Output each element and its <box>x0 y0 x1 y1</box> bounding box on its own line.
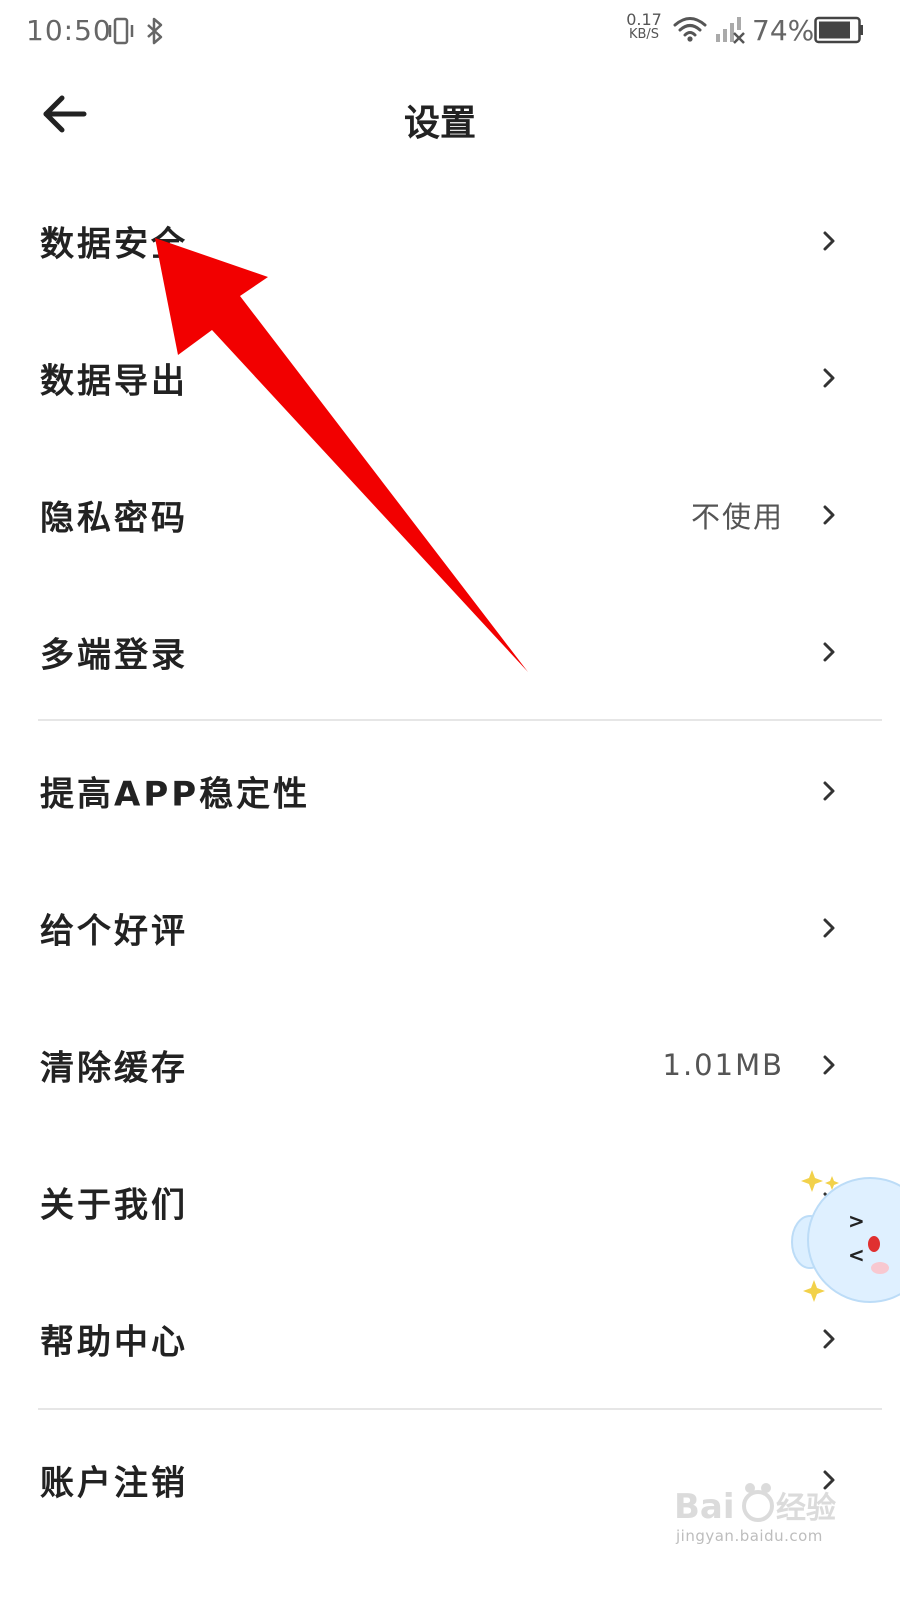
page-title: 设置 <box>403 103 476 144</box>
vibrate-icon <box>108 17 134 45</box>
settings-item-label: 给个好评 <box>40 911 188 951</box>
settings-item-label: 数据安全 <box>40 224 188 264</box>
sparkle-icon <box>803 1280 825 1302</box>
settings-item-multi-device-login[interactable]: 多端登录 <box>0 583 880 720</box>
settings-item-label: 关于我们 <box>40 1185 188 1225</box>
settings-item-data-security[interactable]: 数据安全 <box>0 172 880 309</box>
sparkle-icon <box>801 1170 823 1192</box>
chevron-right-icon <box>823 1055 835 1074</box>
settings-item-label: 多端登录 <box>40 635 188 675</box>
settings-item-about-us[interactable]: 关于我们 <box>0 1133 880 1270</box>
settings-item-label: 帮助中心 <box>40 1322 188 1362</box>
network-speed-unit: KB/S <box>628 27 660 42</box>
signal-no-service-icon <box>716 17 745 44</box>
settings-item-label: 数据导出 <box>40 361 188 401</box>
settings-item-privacy-password[interactable]: 隐私密码 不使用 <box>0 446 880 583</box>
settings-item-value: 不使用 <box>690 499 784 534</box>
watermark-url: jingyan.baidu.com <box>676 1527 823 1545</box>
section-divider <box>38 1408 882 1410</box>
settings-item-rate-app[interactable]: 给个好评 <box>0 859 880 996</box>
settings-item-data-export[interactable]: 数据导出 <box>0 309 880 446</box>
svg-text:<: < <box>848 1243 865 1267</box>
settings-item-help-center[interactable]: 帮助中心 <box>0 1270 880 1407</box>
battery-icon <box>814 16 863 44</box>
settings-screen: 10:50 0.17 KB/S 74% 设置 数据安全 数据导出 隐私密码 不使… <box>0 0 900 1600</box>
top-app-bar: 设置 <box>0 64 900 174</box>
wifi-icon <box>673 17 707 42</box>
chevron-right-icon <box>823 231 835 250</box>
settings-item-label: 提高APP稳定性 <box>40 774 311 814</box>
svg-text:>: > <box>848 1209 865 1233</box>
chevron-right-icon <box>823 505 835 524</box>
settings-item-app-stability[interactable]: 提高APP稳定性 <box>0 722 880 859</box>
chevron-right-icon <box>823 642 835 661</box>
network-speed-value: 0.17 <box>626 10 662 29</box>
settings-item-clear-cache[interactable]: 清除缓存 1.01MB <box>0 996 880 1133</box>
network-speed: 0.17 KB/S <box>620 12 668 42</box>
chevron-right-icon <box>823 781 835 800</box>
floating-mascot-button[interactable]: > < <box>788 1168 900 1308</box>
svg-text:Bai: Bai <box>674 1487 735 1527</box>
settings-item-label: 隐私密码 <box>40 498 188 538</box>
chevron-right-icon <box>823 368 835 387</box>
svg-text:经验: 经验 <box>776 1491 836 1526</box>
baidu-jingyan-watermark-logo: Bai 经验 <box>674 1483 836 1527</box>
section-divider <box>38 719 882 721</box>
cache-size-value: 1.01MB <box>662 1047 784 1082</box>
chevron-right-icon <box>823 1329 835 1348</box>
bluetooth-icon <box>147 17 163 45</box>
settings-item-label: 账户注销 <box>40 1463 188 1503</box>
status-time: 10:50 <box>26 14 112 47</box>
settings-item-label: 清除缓存 <box>40 1048 188 1088</box>
chevron-right-icon <box>823 918 835 937</box>
status-bar: 10:50 0.17 KB/S 74% <box>0 0 900 64</box>
battery-percent: 74% <box>752 14 815 47</box>
